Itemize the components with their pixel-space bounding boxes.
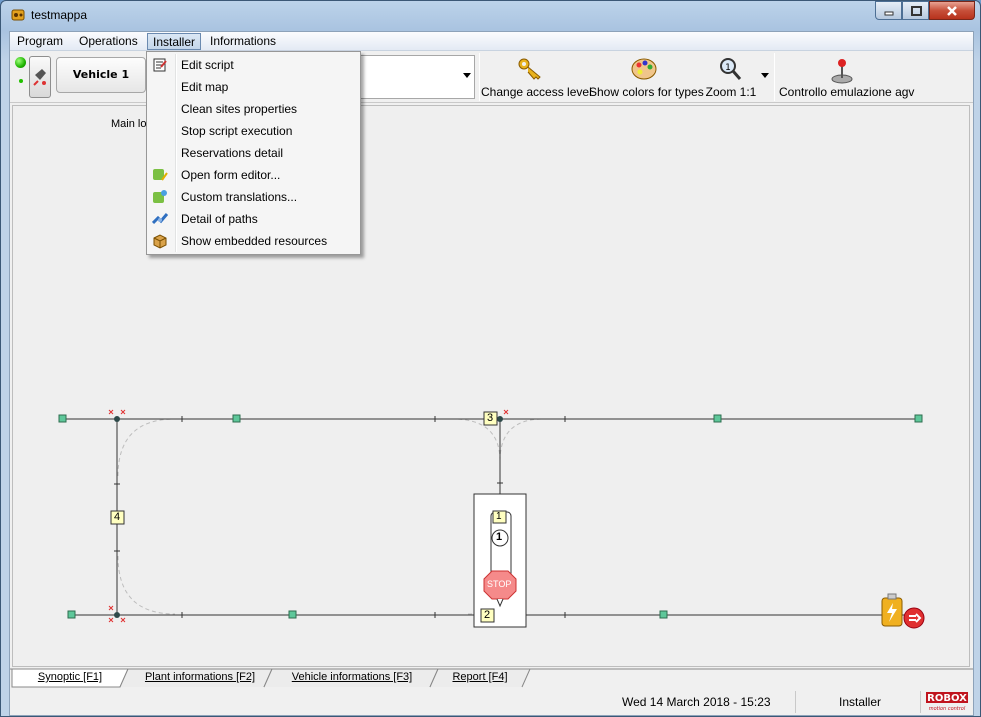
maximize-icon [910,5,922,16]
menu-item-label: Show embedded resources [181,234,328,248]
vehicle-tool-button[interactable] [29,56,51,98]
controllo-emulazione-button[interactable]: Controllo emulazione agv [779,55,915,99]
zoom-button[interactable]: 1 Zoom 1:1 [705,55,757,99]
node-label-2-text[interactable]: 2 [484,609,490,621]
site-node [232,414,241,423]
status-access-level: Installer [839,695,882,709]
maximize-button[interactable] [902,1,929,20]
site-node [58,414,67,423]
site-node [659,610,668,619]
vehicle-number-text[interactable]: 1 [496,531,502,543]
robox-logo: ROBOX motion control [925,690,969,712]
battery-charging-icon [881,593,925,629]
chevron-down-icon [463,73,471,78]
menu-item-detail-of-paths[interactable]: Detail of paths [149,208,358,230]
menu-bar: Program Operations Installer Information… [10,32,973,51]
minimize-icon [884,11,893,15]
magnifier-icon: 1 [720,58,742,80]
change-access-level-label: Change access level [481,85,592,99]
toolbar-separator [479,53,480,101]
menu-item-label: Stop script execution [181,124,293,138]
status-datetime: Wed 14 March 2018 - 15:23 [622,695,771,709]
menu-item-label: Clean sites properties [181,102,298,116]
site-node [914,414,923,423]
tab-synoptic[interactable]: Synoptic [F1] [28,668,112,687]
status-separator [795,691,796,713]
menu-item-label: Reservations detail [181,146,284,160]
show-colors-button[interactable]: Show colors for types [589,55,704,99]
toolbar-separator [774,53,775,101]
zoom-label: Zoom 1:1 [705,85,757,99]
menu-item-reservations-detail[interactable]: Reservations detail [149,142,358,164]
site-node [713,414,722,423]
close-icon [947,5,957,16]
menu-item-label: Custom translations... [181,190,298,204]
tab-report[interactable]: Report [F4] [440,668,520,687]
qt-translation-icon [153,190,167,203]
zoom-dropdown-chevron-icon[interactable] [761,73,769,78]
junction-nodes [114,416,503,618]
menu-program[interactable]: Program [12,33,68,50]
node-label-4-text[interactable]: 4 [114,511,120,523]
view-tabs: Synoptic [F1] Plant informations [F2] Ve… [10,668,973,688]
svg-text:1: 1 [725,63,731,73]
menu-item-custom-translations[interactable]: Custom translations... [149,186,358,208]
svg-text:motion control: motion control [929,706,966,712]
edit-script-icon [153,58,167,72]
tab-plant-informations[interactable]: Plant informations [F2] [130,668,270,687]
menu-operations[interactable]: Operations [74,33,143,50]
connection-status-led [15,57,26,68]
key-icon [518,58,541,80]
menu-installer[interactable]: Installer [147,33,202,50]
activity-led [19,79,23,83]
palette-icon [631,58,657,80]
menu-item-edit-map[interactable]: Edit map [149,76,358,98]
plug-icon [33,69,46,86]
paths-icon [152,213,168,225]
joystick-icon [831,59,853,84]
title-bar[interactable]: testmappa [1,1,980,29]
qt-form-icon [153,169,168,181]
menu-item-label: Edit script [181,58,234,72]
show-colors-label: Show colors for types [589,85,704,99]
menu-item-label: Detail of paths [181,212,258,226]
site-node [288,610,297,619]
status-separator [920,691,921,713]
tab-vehicle-informations-label: Vehicle informations [F3] [291,671,413,683]
reservation-markers [108,409,509,623]
box-icon [153,234,167,249]
menu-item-show-embedded-resources[interactable]: Show embedded resources [149,230,358,252]
close-button[interactable] [929,1,975,20]
stop-text: STOP [487,579,512,589]
svg-text:ROBOX: ROBOX [927,693,967,704]
node-label-1-text[interactable]: 1 [496,511,502,522]
menu-item-open-form-editor[interactable]: Open form editor... [149,164,358,186]
menu-informations[interactable]: Informations [205,33,281,50]
menu-item-clean-sites-properties[interactable]: Clean sites properties [149,98,358,120]
node-label-3-text[interactable]: 3 [487,412,493,424]
app-icon [11,9,25,21]
change-access-level-button[interactable]: Change access level [481,55,592,99]
menu-item-edit-script[interactable]: Edit script [149,54,358,76]
site-node [67,610,76,619]
vehicle-selector-button[interactable]: Vehicle 1 [56,57,146,93]
tab-vehicle-informations[interactable]: Vehicle informations [F3] [274,668,430,687]
installer-dropdown-menu: Edit script Edit map Clean sites propert… [146,51,361,255]
application-window: testmappa Program Operations Installer I… [0,0,981,717]
tab-plant-informations-label: Plant informations [F2] [144,671,256,683]
minimize-button[interactable] [875,1,902,20]
menu-item-label: Open form editor... [181,168,281,182]
controllo-emulazione-label: Controllo emulazione agv [779,85,915,99]
menu-item-label: Edit map [181,80,229,94]
menu-item-stop-script-execution[interactable]: Stop script execution [149,120,358,142]
status-bar: Wed 14 March 2018 - 15:23 Installer ROBO… [10,689,973,715]
window-title: testmappa [31,8,88,22]
tab-report-label: Report [F4] [452,671,508,683]
tab-synoptic-label: Synoptic [F1] [37,671,103,683]
